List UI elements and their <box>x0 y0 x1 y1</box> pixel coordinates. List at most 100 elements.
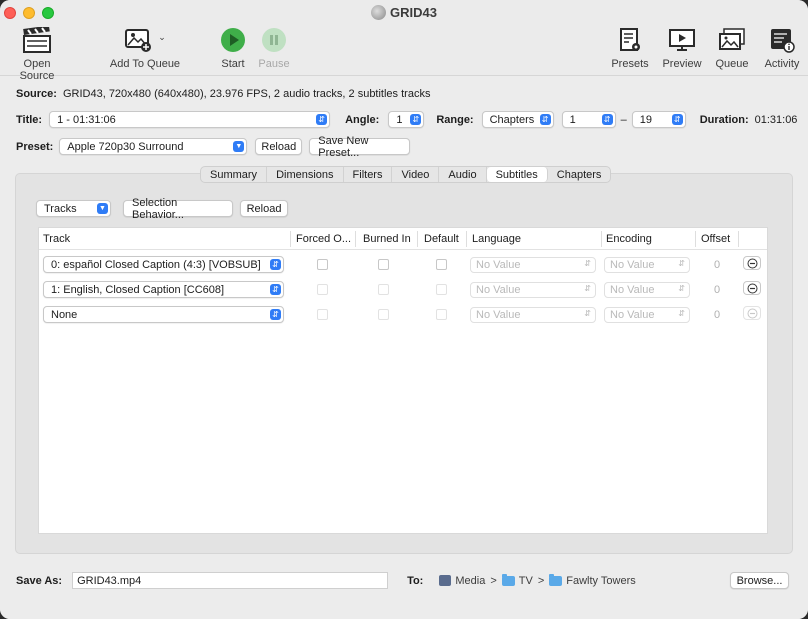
range-start-popup[interactable]: 1 ⇵ <box>561 111 616 128</box>
column-forced[interactable]: Forced O... <box>296 233 351 245</box>
column-encoding[interactable]: Encoding <box>606 233 652 245</box>
to-label: To: <box>407 574 424 587</box>
range-label: Range: <box>436 113 474 126</box>
subtitles-controls: Tracks ▼ Selection Behavior... Reload <box>36 197 288 221</box>
updown-arrows-icon: ⇵ <box>584 284 591 293</box>
column-default[interactable]: Default <box>424 233 459 245</box>
forced-checkbox[interactable] <box>317 284 328 295</box>
chevron-down-icon: ▼ <box>97 203 108 214</box>
remove-track-button[interactable] <box>743 256 761 270</box>
preset-popup[interactable]: Apple 720p30 Surround ▼ <box>59 138 248 155</box>
tracks-popup[interactable]: Tracks ▼ <box>36 200 111 217</box>
preset-label: Preset: <box>16 140 54 153</box>
encoding-popup[interactable]: No Value ⇵ <box>604 282 690 298</box>
pause-button[interactable]: Pause <box>257 26 291 70</box>
toolbar: GRID43 Open Source ⌄ Add To Queue Start <box>0 0 808 82</box>
track-popup[interactable]: 1: English, Closed Caption [CC608] ⇵ <box>43 281 284 298</box>
start-button[interactable]: Start <box>216 26 250 70</box>
column-burned-in[interactable]: Burned In <box>363 233 411 245</box>
updown-arrows-icon: ⇵ <box>601 114 613 125</box>
subtitles-reload-button[interactable]: Reload <box>240 200 288 217</box>
burned-in-checkbox[interactable] <box>378 284 389 295</box>
language-popup[interactable]: No Value ⇵ <box>470 282 596 298</box>
updown-arrows-icon: ⇵ <box>678 259 685 268</box>
source-value: GRID43, 720x480 (640x480), 23.976 FPS, 2… <box>62 88 431 100</box>
offset-value[interactable]: 0 <box>714 284 720 296</box>
monitor-icon <box>666 26 698 54</box>
default-checkbox[interactable] <box>436 284 447 295</box>
track-popup[interactable]: 0: español Closed Caption (4:3) [VOBSUB]… <box>43 256 284 273</box>
tab-video[interactable]: Video <box>392 167 440 182</box>
tab-subtitles[interactable]: Subtitles <box>486 167 548 182</box>
angle-popup[interactable]: 1 ⇵ <box>388 111 425 128</box>
minus-circle-icon <box>747 258 757 268</box>
track-popup[interactable]: None ⇵ <box>43 306 284 323</box>
app-window: GRID43 Open Source ⌄ Add To Queue Start <box>0 0 808 619</box>
chevron-down-icon: ▼ <box>233 141 245 152</box>
language-popup[interactable]: No Value ⇵ <box>470 307 596 323</box>
path-media[interactable]: Media <box>455 575 485 587</box>
tab-chapters[interactable]: Chapters <box>548 167 611 182</box>
path-tv[interactable]: TV <box>519 575 533 587</box>
forced-checkbox[interactable] <box>317 259 328 270</box>
tab-dimensions[interactable]: Dimensions <box>267 167 344 182</box>
column-language[interactable]: Language <box>472 233 521 245</box>
default-checkbox[interactable] <box>436 259 447 270</box>
range-end-popup[interactable]: 19 ⇵ <box>631 111 686 128</box>
presets-icon <box>614 26 646 54</box>
updown-arrows-icon: ⇵ <box>410 114 422 125</box>
encoding-popup[interactable]: No Value ⇵ <box>604 307 690 323</box>
activity-log-icon <box>766 26 798 54</box>
destination-path[interactable]: Media > TV > Fawlty Towers <box>439 573 636 587</box>
path-separator: > <box>537 574 545 587</box>
offset-value[interactable]: 0 <box>714 309 720 321</box>
offset-value[interactable]: 0 <box>714 259 720 271</box>
preview-button[interactable]: Preview <box>661 26 703 70</box>
updown-arrows-icon: ⇵ <box>316 114 328 125</box>
selection-behavior-button[interactable]: Selection Behavior... <box>123 197 233 221</box>
add-to-queue-button[interactable]: ⌄ Add To Queue <box>108 26 182 70</box>
add-image-icon <box>125 29 152 52</box>
range-dash: – <box>620 113 627 126</box>
duration-label: Duration: <box>699 113 749 126</box>
subtitles-table: Track Forced O... Burned In Default Lang… <box>38 227 768 534</box>
column-track[interactable]: Track <box>43 233 70 245</box>
title-popup[interactable]: 1 - 01:31:06 ⇵ <box>49 111 331 128</box>
table-row: 0: español Closed Caption (4:3) [VOBSUB]… <box>39 252 767 277</box>
tab-filters[interactable]: Filters <box>344 167 393 182</box>
minus-circle-icon <box>747 308 757 318</box>
path-fawlty-towers[interactable]: Fawlty Towers <box>566 575 635 587</box>
updown-arrows-icon: ⇵ <box>270 259 281 270</box>
preset-row: Preset: Apple 720p30 Surround ▼ Reload Sa… <box>16 135 411 159</box>
preset-reload-button[interactable]: Reload <box>255 138 303 155</box>
queue-icon <box>716 26 748 54</box>
burned-in-checkbox[interactable] <box>378 309 389 320</box>
activity-button[interactable]: Activity <box>761 26 803 70</box>
queue-button[interactable]: Queue <box>713 26 751 70</box>
tab-bar: Summary Dimensions Filters Video Audio S… <box>200 166 612 183</box>
remove-track-button[interactable] <box>743 306 761 320</box>
open-source-button[interactable]: Open Source <box>6 26 68 82</box>
burned-in-checkbox[interactable] <box>378 259 389 270</box>
forced-checkbox[interactable] <box>317 309 328 320</box>
browse-button[interactable]: Browse... <box>730 572 789 589</box>
chevron-down-icon[interactable]: ⌄ <box>158 32 166 43</box>
updown-arrows-icon: ⇵ <box>671 114 683 125</box>
pause-icon <box>258 26 290 54</box>
range-type-popup[interactable]: Chapters ⇵ <box>481 111 554 128</box>
default-checkbox[interactable] <box>436 309 447 320</box>
save-as-field[interactable]: GRID43.mp4 <box>72 572 389 589</box>
tab-audio[interactable]: Audio <box>439 167 487 182</box>
updown-arrows-icon: ⇵ <box>584 309 591 318</box>
presets-button[interactable]: Presets <box>610 26 650 70</box>
duration-value: 01:31:06 <box>754 113 798 126</box>
updown-arrows-icon: ⇵ <box>678 284 685 293</box>
tab-summary[interactable]: Summary <box>201 167 268 182</box>
encoding-popup[interactable]: No Value ⇵ <box>604 257 690 273</box>
remove-track-button[interactable] <box>743 281 761 295</box>
table-row: None ⇵ No Value ⇵ No Value ⇵ 0 <box>39 302 767 327</box>
app-icon <box>371 5 387 20</box>
save-new-preset-button[interactable]: Save New Preset... <box>309 135 411 159</box>
column-offset[interactable]: Offset <box>701 233 730 245</box>
language-popup[interactable]: No Value ⇵ <box>470 257 596 273</box>
